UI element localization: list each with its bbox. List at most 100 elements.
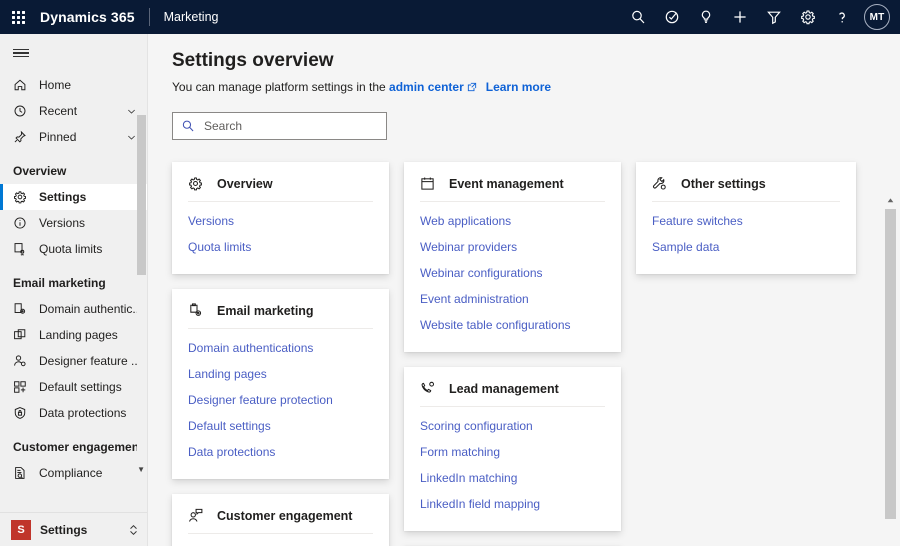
card-link[interactable]: Event administration — [420, 286, 605, 312]
card-link[interactable]: LinkedIn field mapping — [420, 491, 605, 517]
person-gear-icon — [13, 354, 31, 368]
sidebar-item-default-settings[interactable]: Default settings — [0, 374, 147, 400]
card-header: Customer engagement — [188, 508, 373, 534]
quota-icon — [13, 242, 31, 256]
card-column-2: Event management Web applications Webina… — [404, 162, 621, 546]
sidebar-item-label: Landing pages — [39, 328, 147, 342]
card-link[interactable]: Web applications — [420, 212, 605, 234]
chevron-down-icon[interactable] — [126, 106, 137, 117]
sidebar-item-recent[interactable]: Recent — [0, 98, 147, 124]
hamburger-icon — [13, 47, 29, 60]
main-scrollbar[interactable] — [885, 194, 896, 546]
sidebar-item-data-protections[interactable]: Data protections — [0, 400, 147, 426]
waffle-icon — [12, 11, 25, 24]
sidebar-scrollbar[interactable] — [137, 110, 146, 512]
card-link[interactable]: Webinar configurations — [420, 260, 605, 286]
search-input[interactable] — [204, 119, 378, 133]
sidebar-scroll-down-arrow[interactable]: ▼ — [137, 465, 145, 474]
suite-bar: Dynamics 365 Marketing — [0, 0, 900, 34]
sidebar-item-label: Versions — [39, 216, 147, 230]
learn-more-link[interactable]: Learn more — [486, 80, 551, 94]
sidebar-nav: Home Recent — [0, 72, 147, 512]
page-subtitle: You can manage platform settings in the … — [172, 80, 900, 95]
sidebar-group-title: Overview — [0, 150, 147, 184]
home-icon — [13, 78, 31, 92]
card-link[interactable]: Designer feature protection — [188, 387, 373, 413]
card-link[interactable]: Feature switches — [652, 212, 840, 234]
site-map-toggle-button[interactable] — [0, 34, 147, 72]
sidebar-item-domain-authentications[interactable]: Domain authentic... — [0, 296, 147, 322]
suite-bar-actions: MT — [621, 0, 896, 34]
card-link[interactable]: Data protections — [188, 439, 373, 465]
card-header: Overview — [188, 176, 373, 202]
sidebar-item-landing-pages[interactable]: Landing pages — [0, 322, 147, 348]
page-title: Settings overview — [172, 50, 900, 72]
card-link[interactable]: Website table configurations — [420, 312, 605, 338]
card-link[interactable]: Scoring configuration — [420, 417, 605, 439]
sidebar-item-home[interactable]: Home — [0, 72, 147, 98]
chevron-down-icon[interactable] — [126, 132, 137, 143]
sidebar: Home Recent — [0, 34, 148, 546]
card-link[interactable]: Default settings — [188, 413, 373, 439]
card-title: Overview — [217, 177, 273, 191]
clock-icon — [13, 104, 31, 118]
filter-icon[interactable] — [757, 0, 791, 34]
sidebar-group-title: Email marketing — [0, 262, 147, 296]
lightbulb-icon[interactable] — [689, 0, 723, 34]
card-column-3: Other settings Feature switches Sample d… — [636, 162, 856, 274]
area-switcher-chevron-icon[interactable] — [128, 523, 139, 537]
card-title: Customer engagement — [217, 509, 352, 523]
calendar-icon — [420, 176, 440, 191]
card-link[interactable]: Domain authentications — [188, 339, 373, 361]
main-inner: Settings overview You can manage platfor… — [148, 34, 900, 546]
app-launcher-button[interactable] — [0, 0, 36, 34]
avatar[interactable]: MT — [864, 4, 890, 30]
app-name[interactable]: Marketing — [164, 10, 219, 24]
sidebar-item-settings[interactable]: Settings — [0, 184, 147, 210]
sidebar-item-label: Compliance — [39, 466, 147, 480]
sidebar-item-designer-feature-protection[interactable]: Designer feature ... — [0, 348, 147, 374]
card-overview: Overview Versions Quota limits — [172, 162, 389, 274]
card-title: Other settings — [681, 177, 766, 191]
help-icon[interactable] — [825, 0, 859, 34]
pages-icon — [13, 328, 31, 342]
card-link[interactable]: Webinar providers — [420, 234, 605, 260]
card-header: Email marketing — [188, 303, 373, 329]
brand-title[interactable]: Dynamics 365 — [36, 9, 135, 25]
sidebar-item-quota-limits[interactable]: Quota limits — [0, 236, 147, 262]
scroll-up-arrow-icon[interactable] — [885, 194, 896, 207]
sidebar-item-label: Designer feature ... — [39, 354, 147, 368]
area-label: Settings — [40, 523, 128, 537]
admin-center-link[interactable]: admin center — [389, 80, 464, 94]
search-icon — [181, 119, 195, 133]
card-link[interactable]: Landing pages — [188, 361, 373, 387]
main-scrollbar-thumb[interactable] — [885, 209, 896, 519]
card-link[interactable]: LinkedIn matching — [420, 465, 605, 491]
main-scrollbar-track[interactable] — [885, 207, 896, 546]
sidebar-item-versions[interactable]: Versions — [0, 210, 147, 236]
sidebar-item-pinned[interactable]: Pinned — [0, 124, 147, 150]
card-link[interactable]: Form matching — [420, 439, 605, 465]
card-customer-engagement: Customer engagement Compliance Push noti… — [172, 494, 389, 546]
area-switcher[interactable]: S Settings — [0, 512, 147, 546]
card-lead-management: Lead management Scoring configuration Fo… — [404, 367, 621, 531]
subtitle-text: You can manage platform settings in the — [172, 80, 386, 94]
gear-icon — [188, 176, 208, 191]
gear-icon[interactable] — [791, 0, 825, 34]
card-header: Event management — [420, 176, 605, 202]
card-link[interactable]: Quota limits — [188, 234, 373, 260]
card-title: Lead management — [449, 382, 559, 396]
search-icon[interactable] — [621, 0, 655, 34]
external-link-icon — [467, 81, 477, 95]
area-badge: S — [11, 520, 31, 540]
brand-divider — [149, 8, 150, 26]
sidebar-scrollbar-thumb[interactable] — [137, 115, 146, 275]
search-box[interactable] — [172, 112, 387, 140]
card-event-management: Event management Web applications Webina… — [404, 162, 621, 352]
card-link[interactable]: Sample data — [652, 234, 840, 260]
plus-icon[interactable] — [723, 0, 757, 34]
card-link[interactable]: Versions — [188, 212, 373, 234]
assistant-icon[interactable] — [655, 0, 689, 34]
wrench-gear-icon — [652, 176, 672, 191]
sidebar-item-compliance[interactable]: Compliance — [0, 460, 147, 486]
